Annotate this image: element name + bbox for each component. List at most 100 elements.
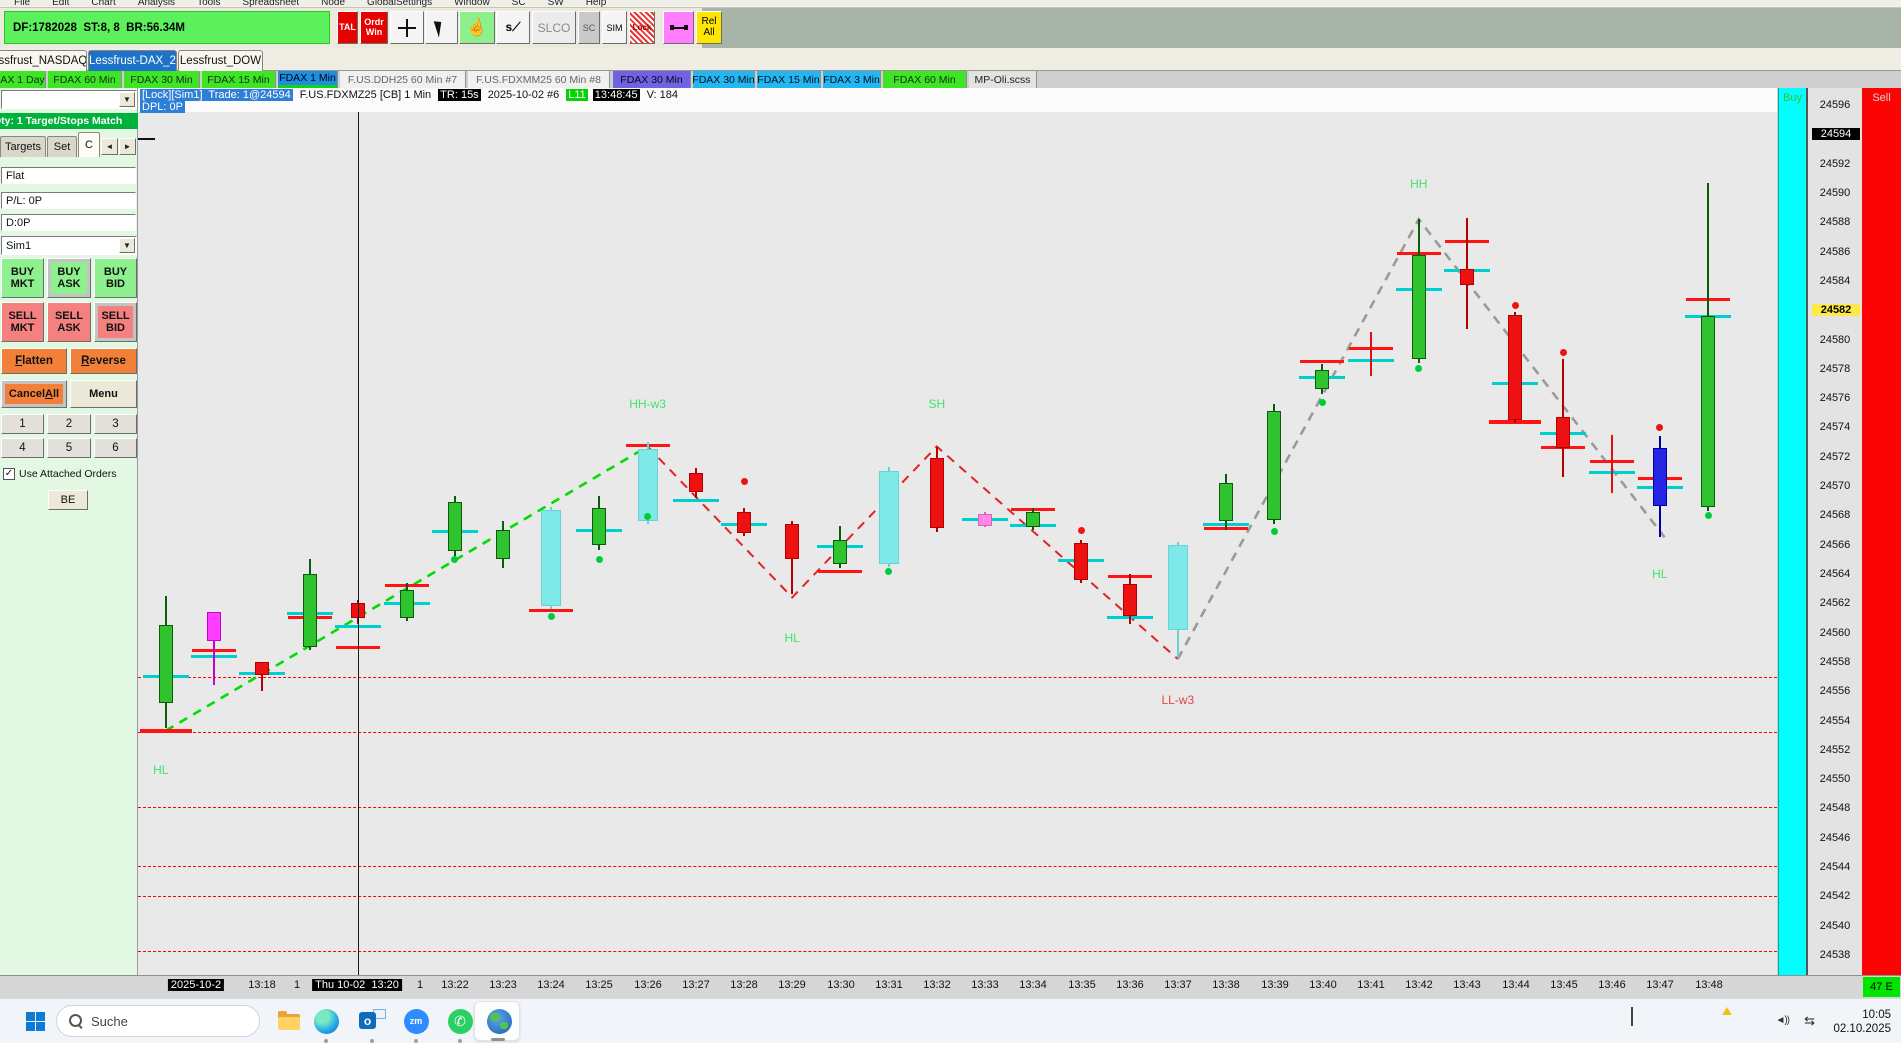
menu-item-sc[interactable]: SC [512,0,526,7]
position-field[interactable]: Flat [1,167,136,184]
chart-tab-10[interactable]: FDAX 15 Min [757,71,821,88]
price-label-24580: 24580 [1819,333,1851,346]
reverse-button[interactable]: Reverse [70,348,137,374]
sim-button[interactable]: SIM [602,11,627,44]
menu-item-tools[interactable]: Tools [197,0,220,7]
chart-tab-7[interactable]: F.US.FDXMM25 60 Min #8 [468,71,610,88]
qty-preset-3-button[interactable]: 3 [94,414,137,434]
hand-pan-tool-button[interactable]: ☝ [459,11,495,44]
order-window-button[interactable]: Ordr Win [360,11,388,44]
pointer-tool-button[interactable] [425,11,458,44]
use-attached-orders-checkbox[interactable]: ✓ [3,468,15,480]
release-all-button[interactable]: Rel All [696,11,722,44]
price-label-24550: 24550 [1819,773,1851,786]
tab-c[interactable]: C [78,132,100,157]
sell-ask-button[interactable]: SELL ASK [47,302,91,342]
sc-button[interactable]: SC [578,11,600,44]
buy-dom-column[interactable]: Buy [1778,88,1806,975]
buy-bid-button[interactable]: BUY BID [94,258,137,298]
chart-tab-1[interactable]: FDAX 1 Day [0,71,46,88]
tal-button[interactable]: TAL [337,11,358,44]
menu-item-help[interactable]: Help [586,0,607,7]
price-label-24554: 24554 [1819,714,1851,727]
sell-dom-column[interactable]: Sell [1862,88,1901,975]
qty-preset-2-button[interactable]: 2 [47,414,91,434]
menu-item-sw[interactable]: SW [548,0,564,7]
tab-scroll-left-button[interactable]: ◄ [101,138,118,155]
qty-preset-4-button[interactable]: 4 [1,438,44,458]
menu-item-spreadsheet[interactable]: Spreadsheet [242,0,299,7]
taskbar-app-globe[interactable] [485,1007,513,1035]
menu-item-file[interactable]: File [14,0,30,7]
lock-button[interactable]: Lock [629,11,655,44]
chart-canvas[interactable]: [Lock][Sim1] Trade: 1@24594 F.US.FDXMZ25 … [138,88,1777,975]
chart-tab-13[interactable]: MP-Oli.scss [969,71,1037,88]
order-line-cyan [672,499,719,503]
qty-preset-6-button[interactable]: 6 [94,438,137,458]
snap-pointer-tool-button[interactable]: s⟋ [496,11,530,44]
chevron-down-icon[interactable]: ▼ [119,238,135,253]
header-segment: 2025-10-02 #6 [487,89,560,101]
time-label: 13:38 [1212,979,1240,991]
chart-tab-9[interactable]: FDAX 30 Min [693,71,755,88]
speaker-icon[interactable]: ◄)) [1775,1015,1790,1026]
time-label: 13:28 [730,979,758,991]
chart-tab-8[interactable]: FDAX 30 Min [613,71,691,88]
line-tool-button[interactable] [663,11,694,44]
time-label: 13:41 [1357,979,1385,991]
menu-items: File Edit Chart Analysis Tools Spreadsheet Nod… [14,0,607,7]
time-label: 1 [293,979,301,991]
chart-tab-4[interactable]: FDAX 15 Min [202,71,276,88]
chevron-down-icon[interactable]: ▼ [119,92,135,107]
breakeven-button[interactable]: BE [48,490,88,510]
price-label-24596: 24596 [1819,99,1851,111]
photos-sync-icon[interactable]: ⇆ [1804,1013,1815,1029]
menu-item-node[interactable]: Node [321,0,345,7]
time-label: 13:46 [1598,979,1626,991]
symbol-select[interactable]: ▼ [1,90,137,109]
workspace-tab-2[interactable]: Lessfrust-DAX_2 [88,50,177,71]
sell-bid-button[interactable]: SELL BID [94,302,137,342]
order-line-red [1300,360,1345,363]
tab-set[interactable]: Set [47,136,77,157]
swing-label-hh-w3: HH-w3 [629,397,666,411]
qty-status-bar: Qty: 1 Target/Stops Match [0,113,138,129]
crosshair-tool-button[interactable] [390,11,424,44]
menu-button[interactable]: Menu [70,380,137,408]
qty-preset-1-button[interactable]: 1 [1,414,44,434]
cancel-all-button[interactable]: Cancel All [1,380,67,408]
drawdown-field[interactable]: D:0P [1,214,136,231]
menu-item-chart[interactable]: Chart [91,0,115,7]
price-axis[interactable]: 24596 24594 24592 24590 24588 24586 24584 24582… [1806,88,1862,975]
chart-tab-3[interactable]: FDAX 30 Min [124,71,200,88]
candle-body-green [1026,512,1041,528]
account-select[interactable]: Sim1 ▼ [1,236,137,255]
candle-body-red [1074,543,1089,580]
chart-tab-12[interactable]: FDAX 60 Min [883,71,967,88]
signal-dot-green [1270,528,1278,535]
buy-market-button[interactable]: BUY MKT [1,258,44,298]
workspace-tab-1[interactable]: Lessfrust_NASDAQ [0,50,87,71]
menu-item-globalsettings[interactable]: GlobalSettings [367,0,432,7]
time-label: 13:42 [1405,979,1433,991]
tab-targets[interactable]: Targets [0,136,46,157]
menu-item-window[interactable]: Window [454,0,490,7]
chart-tab-2[interactable]: FDAX 60 Min [48,71,122,88]
workspace-tab-3[interactable]: Lessfrust_DOW [178,50,263,71]
qty-preset-5-button[interactable]: 5 [47,438,91,458]
tab-scroll-right-button[interactable]: ► [119,138,136,155]
chart-tab-11[interactable]: FDAX 3 Min [823,71,881,88]
menu-item-analysis[interactable]: Analysis [138,0,175,7]
buy-ask-button[interactable]: BUY ASK [47,258,91,298]
pl-field[interactable]: P/L: 0P [1,192,136,209]
chart-tab-6[interactable]: F.US.DDH25 60 Min #7 [340,71,466,88]
sell-market-button[interactable]: SELL MKT [1,302,44,342]
flatten-button[interactable]: Flatten [1,348,67,374]
chart-tab-5[interactable]: FDAX 1 Min [278,71,338,88]
taskbar-clock[interactable]: 10:05 02.10.2025 [1833,1008,1891,1037]
onedrive-paused-icon[interactable]: ☁ [0,1028,1697,1043]
time-label: 13:37 [1164,979,1192,991]
menu-item-edit[interactable]: Edit [52,0,69,7]
slco-button[interactable]: SLCO [532,11,576,44]
time-axis[interactable]: 47 E 2025-10-2 13:18 1 Thu 10-02 13:20 1 13:2… [0,975,1901,998]
